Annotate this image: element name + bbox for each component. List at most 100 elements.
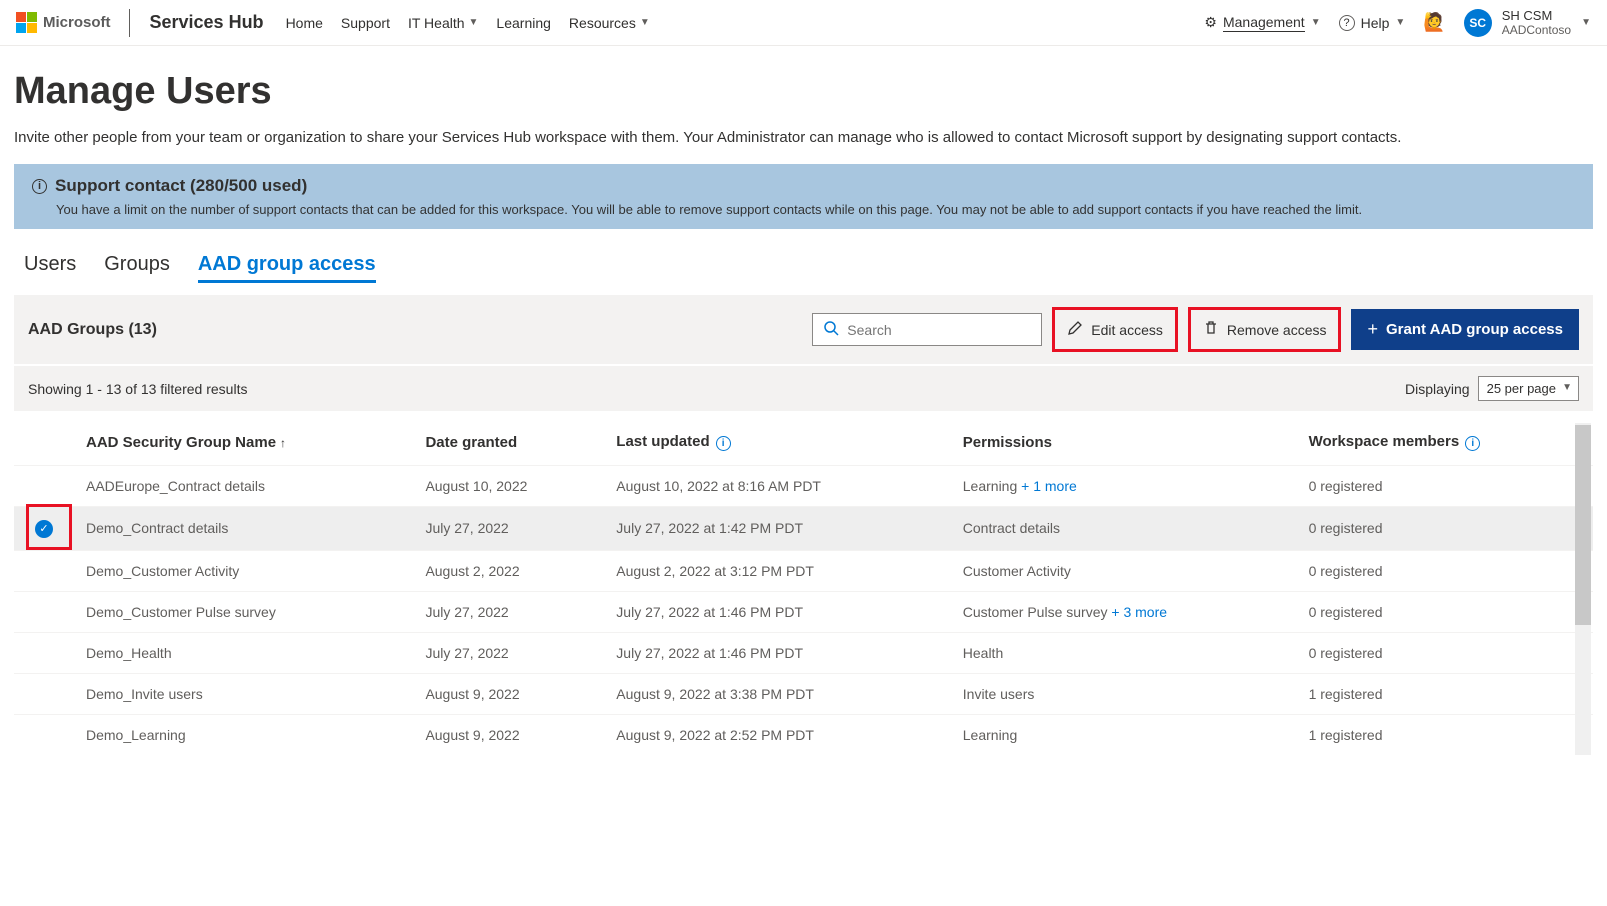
col-granted[interactable]: Date granted [413, 419, 604, 466]
row-select-cell[interactable] [14, 714, 74, 755]
cell-permissions: Learning [951, 714, 1297, 755]
brand-company: Microsoft [43, 14, 111, 31]
row-select-cell[interactable] [14, 591, 74, 632]
cell-members: 1 registered [1297, 714, 1593, 755]
cell-name: Demo_Customer Pulse survey [74, 591, 413, 632]
cell-granted: August 9, 2022 [413, 714, 604, 755]
topbar-right: ⚙ Management ▼ ? Help ▼ 🙋 SC SH CSM AADC… [1204, 8, 1591, 37]
row-select-cell[interactable] [14, 466, 74, 507]
cell-members: 1 registered [1297, 673, 1593, 714]
top-bar: Microsoft Services Hub Home Support IT H… [0, 0, 1607, 46]
remove-access-button[interactable]: Remove access [1188, 307, 1342, 352]
top-nav: Home Support IT Health▼ Learning Resourc… [286, 15, 650, 31]
col-name[interactable]: AAD Security Group Name↑ [74, 419, 413, 466]
cell-members: 0 registered [1297, 591, 1593, 632]
app-title: Services Hub [150, 12, 264, 33]
cell-updated: July 27, 2022 at 1:46 PM PDT [604, 632, 950, 673]
chevron-down-icon: ▼ [469, 17, 479, 28]
tab-bar: Users Groups AAD group access [24, 253, 1593, 283]
avatar: SC [1464, 9, 1492, 37]
table-wrap: AAD Security Group Name↑ Date granted La… [14, 419, 1593, 755]
cell-granted: July 27, 2022 [413, 591, 604, 632]
info-icon[interactable]: i [1465, 436, 1480, 451]
table-row[interactable]: Demo_HealthJuly 27, 2022July 27, 2022 at… [14, 632, 1593, 673]
cell-members: 0 registered [1297, 550, 1593, 591]
sort-asc-icon: ↑ [280, 436, 286, 450]
cell-updated: August 2, 2022 at 3:12 PM PDT [604, 550, 950, 591]
aad-groups-table: AAD Security Group Name↑ Date granted La… [14, 419, 1593, 755]
cell-updated: July 27, 2022 at 1:46 PM PDT [604, 591, 950, 632]
cell-permissions: Customer Pulse survey + 3 more [951, 591, 1297, 632]
cell-name: AADEurope_Contract details [74, 466, 413, 507]
search-icon [823, 320, 839, 339]
cell-permissions: Invite users [951, 673, 1297, 714]
tab-users[interactable]: Users [24, 253, 76, 283]
nav-resources[interactable]: Resources▼ [569, 15, 650, 31]
tab-groups[interactable]: Groups [104, 253, 170, 283]
tab-aad-group-access[interactable]: AAD group access [198, 253, 376, 283]
permissions-more-link[interactable]: + 3 more [1111, 604, 1167, 620]
row-select-cell[interactable] [14, 632, 74, 673]
vertical-scrollbar[interactable] [1575, 423, 1591, 755]
cell-name: Demo_Health [74, 632, 413, 673]
permissions-more-link[interactable]: + 1 more [1021, 478, 1077, 494]
cell-granted: August 2, 2022 [413, 550, 604, 591]
microsoft-logo[interactable]: Microsoft [16, 9, 130, 37]
displaying-label: Displaying [1405, 381, 1470, 397]
profile-name: SH CSM [1502, 8, 1571, 23]
table-row[interactable]: Demo_LearningAugust 9, 2022August 9, 202… [14, 714, 1593, 755]
cell-permissions: Customer Activity [951, 550, 1297, 591]
col-members[interactable]: Workspace membersi [1297, 419, 1593, 466]
help-menu[interactable]: ? Help ▼ [1339, 15, 1406, 31]
cell-granted: August 10, 2022 [413, 466, 604, 507]
cell-members: 0 registered [1297, 507, 1593, 551]
results-bar: Showing 1 - 13 of 13 filtered results Di… [14, 366, 1593, 411]
management-menu[interactable]: ⚙ Management ▼ [1204, 14, 1320, 32]
table-row[interactable]: Demo_Invite usersAugust 9, 2022August 9,… [14, 673, 1593, 714]
selection-highlight-annotation [26, 504, 72, 550]
cell-permissions: Health [951, 632, 1297, 673]
cell-name: Demo_Learning [74, 714, 413, 755]
cell-name: Demo_Contract details [74, 507, 413, 551]
row-select-cell[interactable] [14, 550, 74, 591]
row-select-cell[interactable] [14, 673, 74, 714]
table-row[interactable]: ✓Demo_Contract detailsJuly 27, 2022July … [14, 507, 1593, 551]
pencil-icon [1067, 320, 1083, 339]
search-box[interactable] [812, 313, 1042, 346]
grant-access-button[interactable]: + Grant AAD group access [1351, 309, 1579, 350]
gear-icon: ⚙ [1204, 14, 1217, 31]
table-row[interactable]: Demo_Customer Pulse surveyJuly 27, 2022J… [14, 591, 1593, 632]
nav-it-health[interactable]: IT Health▼ [408, 15, 478, 31]
per-page-select[interactable]: 25 per page ▼ [1478, 376, 1579, 401]
nav-support[interactable]: Support [341, 15, 390, 31]
info-icon: i [32, 179, 47, 194]
help-icon: ? [1339, 15, 1355, 31]
nav-learning[interactable]: Learning [496, 15, 551, 31]
info-body-text: You have a limit on the number of suppor… [32, 202, 1575, 217]
cell-permissions: Contract details [951, 507, 1297, 551]
table-row[interactable]: AADEurope_Contract detailsAugust 10, 202… [14, 466, 1593, 507]
col-updated[interactable]: Last updatedi [604, 419, 950, 466]
cell-members: 0 registered [1297, 466, 1593, 507]
profile-menu[interactable]: SC SH CSM AADContoso ▼ [1464, 8, 1591, 37]
chevron-down-icon: ▼ [1562, 382, 1572, 393]
cell-name: Demo_Customer Activity [74, 550, 413, 591]
search-input[interactable] [847, 322, 1031, 338]
chevron-down-icon: ▼ [1395, 17, 1405, 28]
cell-members: 0 registered [1297, 632, 1593, 673]
cell-permissions: Learning + 1 more [951, 466, 1297, 507]
notifications-icon[interactable]: 🙋 [1423, 12, 1445, 33]
table-row[interactable]: Demo_Customer ActivityAugust 2, 2022Augu… [14, 550, 1593, 591]
cell-granted: July 27, 2022 [413, 632, 604, 673]
col-permissions[interactable]: Permissions [951, 419, 1297, 466]
cell-updated: August 9, 2022 at 3:38 PM PDT [604, 673, 950, 714]
ms-logo-icon [16, 12, 37, 33]
nav-home[interactable]: Home [286, 15, 323, 31]
cell-updated: July 27, 2022 at 1:42 PM PDT [604, 507, 950, 551]
info-icon[interactable]: i [716, 436, 731, 451]
edit-access-button[interactable]: Edit access [1052, 307, 1178, 352]
profile-tenant: AADContoso [1502, 23, 1571, 37]
cell-granted: July 27, 2022 [413, 507, 604, 551]
cell-granted: August 9, 2022 [413, 673, 604, 714]
cell-updated: August 9, 2022 at 2:52 PM PDT [604, 714, 950, 755]
